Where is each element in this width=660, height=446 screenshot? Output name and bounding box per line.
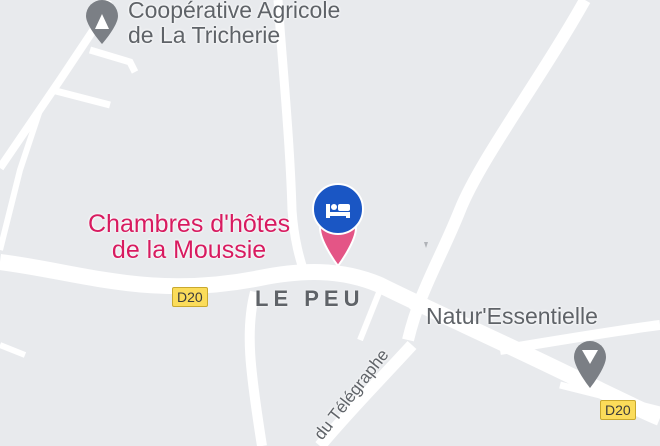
poi-chambres-line1: Chambres d'hôtes [88,210,291,238]
poi-chambres-label[interactable]: Chambres d'hôtes de la Moussie [88,211,290,263]
location-pin-icon[interactable] [82,0,122,51]
route-shield-left: D20 [172,287,208,307]
hotel-bed-icon[interactable] [310,182,366,273]
map-marker-dot [424,242,428,248]
road-northeast [402,0,591,342]
poi-chambres-line2: de la Moussie [111,236,267,264]
map-canvas[interactable]: Coopérative Agricole de La Tricherie Cha… [0,0,660,446]
poi-cooperative-line1: Coopérative Agricole [128,0,341,23]
poi-cooperative-label[interactable]: Coopérative Agricole de La Tricherie [128,0,340,48]
poi-natur-label[interactable]: Natur'Essentielle [426,304,598,329]
road-upper-left-2 [0,109,43,251]
road-farm [51,86,111,109]
road-stub-left [0,342,27,358]
road-southwest [244,290,267,446]
road-farm-2 [88,46,139,74]
route-shield-right: D20 [600,400,636,420]
locality-label: LE PEU [255,286,365,311]
location-pin-icon[interactable] [570,338,610,395]
poi-cooperative-line2: de La Tricherie [128,22,281,48]
